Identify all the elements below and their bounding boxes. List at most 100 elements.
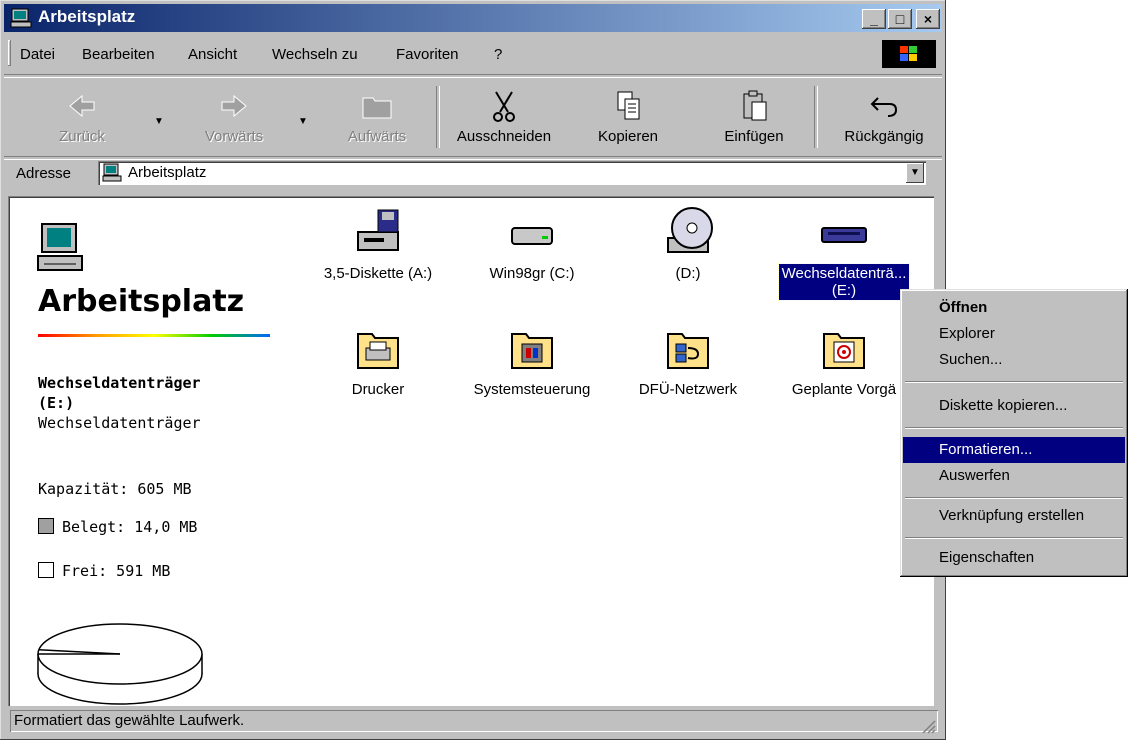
- ctx-create-shortcut[interactable]: Verknüpfung erstellen: [903, 503, 1125, 529]
- ctx-open[interactable]: Öffnen: [903, 295, 1125, 321]
- undo-label: Rückgängig: [844, 128, 924, 145]
- undo-icon: [870, 97, 898, 117]
- ctx-format[interactable]: Formatieren...: [903, 437, 1125, 463]
- rainbow-divider: [38, 334, 270, 337]
- address-input[interactable]: Arbeitsplatz ▼: [98, 161, 926, 185]
- my-computer-large-icon: [37, 223, 83, 271]
- paste-label: Einfügen: [724, 128, 784, 145]
- forward-label: Vorwärts: [204, 128, 264, 145]
- cut-label: Ausschneiden: [456, 128, 552, 145]
- window-title: Arbeitsplatz: [38, 7, 136, 26]
- folder-dialup[interactable]: DFÜ-Netzwerk: [618, 324, 758, 399]
- my-computer-icon: [10, 8, 32, 28]
- disk-usage-pie: [37, 623, 203, 705]
- forward-dropdown-icon[interactable]: ▼: [298, 116, 308, 127]
- selected-drive-letter: (E:): [38, 394, 75, 412]
- minimize-button[interactable]: _: [862, 9, 886, 29]
- windows-logo-icon: [882, 40, 936, 68]
- selected-drive-name: Wechseldatenträger: [38, 374, 201, 392]
- control-panel-folder-icon: [511, 333, 553, 369]
- drive-used-row: Belegt: 14,0 MB: [38, 518, 197, 536]
- ctx-separator: [905, 381, 1123, 383]
- drive-d-label: (D:): [675, 265, 701, 282]
- menu-bearbeiten[interactable]: Bearbeiten: [82, 46, 155, 63]
- ctx-explorer[interactable]: Explorer: [903, 321, 1125, 347]
- folder-up-icon: [362, 97, 392, 119]
- up-label: Aufwärts: [347, 128, 407, 145]
- address-value: Arbeitsplatz: [128, 164, 207, 181]
- copy-button[interactable]: Kopieren: [578, 88, 678, 145]
- back-button[interactable]: Zurück: [42, 88, 122, 145]
- status-bar: Formatiert das gewählte Laufwerk.: [4, 710, 942, 736]
- ctx-separator: [905, 427, 1123, 429]
- address-bar: Adresse Arbeitsplatz ▼: [4, 160, 942, 188]
- selected-drive-type: Wechseldatenträger: [38, 414, 201, 432]
- menu-bar: Datei Bearbeiten Ansicht Wechseln zu Fav…: [4, 38, 942, 70]
- removable-drive-icon: [821, 227, 867, 243]
- menu-wechseln-zu[interactable]: Wechseln zu: [272, 46, 358, 63]
- toolbar-separator: [436, 86, 440, 148]
- ctx-eject[interactable]: Auswerfen: [903, 463, 1125, 489]
- paste-icon: [743, 90, 767, 121]
- address-label: Adresse: [16, 165, 72, 182]
- drive-e-label: Wechseldatenträ... (E:): [777, 263, 911, 301]
- drive-used: Belegt: 14,0 MB: [62, 518, 198, 536]
- copy-icon: [617, 91, 640, 120]
- drive-c[interactable]: Win98gr (C:): [462, 206, 602, 283]
- cd-drive-icon: [667, 207, 713, 253]
- ctx-separator: [905, 537, 1123, 539]
- drive-e[interactable]: Wechseldatenträ... (E:): [774, 206, 914, 301]
- resize-grip-icon[interactable]: [920, 718, 936, 734]
- title-bar[interactable]: Arbeitsplatz _ □ ×: [4, 4, 942, 32]
- maximize-button[interactable]: □: [888, 9, 912, 29]
- folder-printers[interactable]: Drucker: [308, 324, 448, 399]
- printers-folder-icon: [357, 333, 399, 369]
- used-legend-swatch: [38, 518, 54, 534]
- panel-title: Arbeitsplatz: [38, 284, 245, 319]
- forward-button[interactable]: Vorwärts: [184, 88, 284, 145]
- toolbar: Zurück ▼ Vorwärts ▼ Aufwärts Ausschneide…: [4, 80, 942, 156]
- drive-d[interactable]: (D:): [618, 206, 758, 283]
- close-button[interactable]: ×: [916, 9, 940, 29]
- floppy-drive-icon: [357, 209, 399, 251]
- my-computer-icon: [102, 163, 122, 182]
- ctx-separator: [905, 497, 1123, 499]
- scheduled-tasks-folder-icon: [823, 333, 865, 369]
- folder-scheduled-tasks[interactable]: Geplante Vorgä: [774, 324, 914, 399]
- folder-scheduled-tasks-label: Geplante Vorgä: [791, 381, 897, 398]
- drive-a-label: 3,5-Diskette (A:): [323, 265, 433, 282]
- menu-favoriten[interactable]: Favoriten: [396, 46, 459, 63]
- toolbar-separator-2: [814, 86, 818, 148]
- arrow-right-icon: [221, 94, 247, 118]
- menu-datei[interactable]: Datei: [20, 46, 55, 63]
- folder-control-panel[interactable]: Systemsteuerung: [462, 324, 602, 399]
- drive-c-label: Win98gr (C:): [489, 265, 575, 282]
- context-menu: Öffnen Explorer Suchen... Diskette kopie…: [900, 289, 1128, 577]
- menubar-grip[interactable]: [8, 40, 11, 66]
- drive-free: Frei: 591 MB: [62, 562, 171, 580]
- address-dropdown-button[interactable]: ▼: [906, 163, 924, 183]
- menu-toolbar-divider: [4, 74, 942, 78]
- drive-free-row: Frei: 591 MB: [38, 562, 170, 580]
- drive-e-label-line2: (E:): [831, 282, 857, 299]
- back-dropdown-icon[interactable]: ▼: [154, 116, 164, 127]
- back-label: Zurück: [59, 128, 105, 145]
- hard-drive-icon: [511, 227, 553, 245]
- menu-ansicht[interactable]: Ansicht: [188, 46, 237, 63]
- ctx-copy-disk[interactable]: Diskette kopieren...: [903, 393, 1125, 419]
- content-area: Arbeitsplatz Wechseldatenträger (E:) Wec…: [8, 196, 934, 706]
- copy-label: Kopieren: [597, 128, 659, 145]
- undo-button[interactable]: Rückgängig: [830, 88, 938, 145]
- web-view-panel: Arbeitsplatz Wechseldatenträger (E:) Wec…: [8, 196, 298, 706]
- paste-button[interactable]: Einfügen: [704, 88, 804, 145]
- ctx-properties[interactable]: Eigenschaften: [903, 545, 1125, 571]
- dialup-network-folder-icon: [667, 333, 709, 369]
- ctx-search[interactable]: Suchen...: [903, 347, 1125, 373]
- drive-a[interactable]: 3,5-Diskette (A:): [308, 206, 448, 283]
- up-button[interactable]: Aufwärts: [332, 88, 422, 145]
- folder-dialup-label: DFÜ-Netzwerk: [638, 381, 738, 398]
- menu-help[interactable]: ?: [494, 46, 502, 63]
- arrow-left-icon: [69, 94, 95, 118]
- folder-printers-label: Drucker: [351, 381, 405, 398]
- cut-button[interactable]: Ausschneiden: [444, 88, 564, 145]
